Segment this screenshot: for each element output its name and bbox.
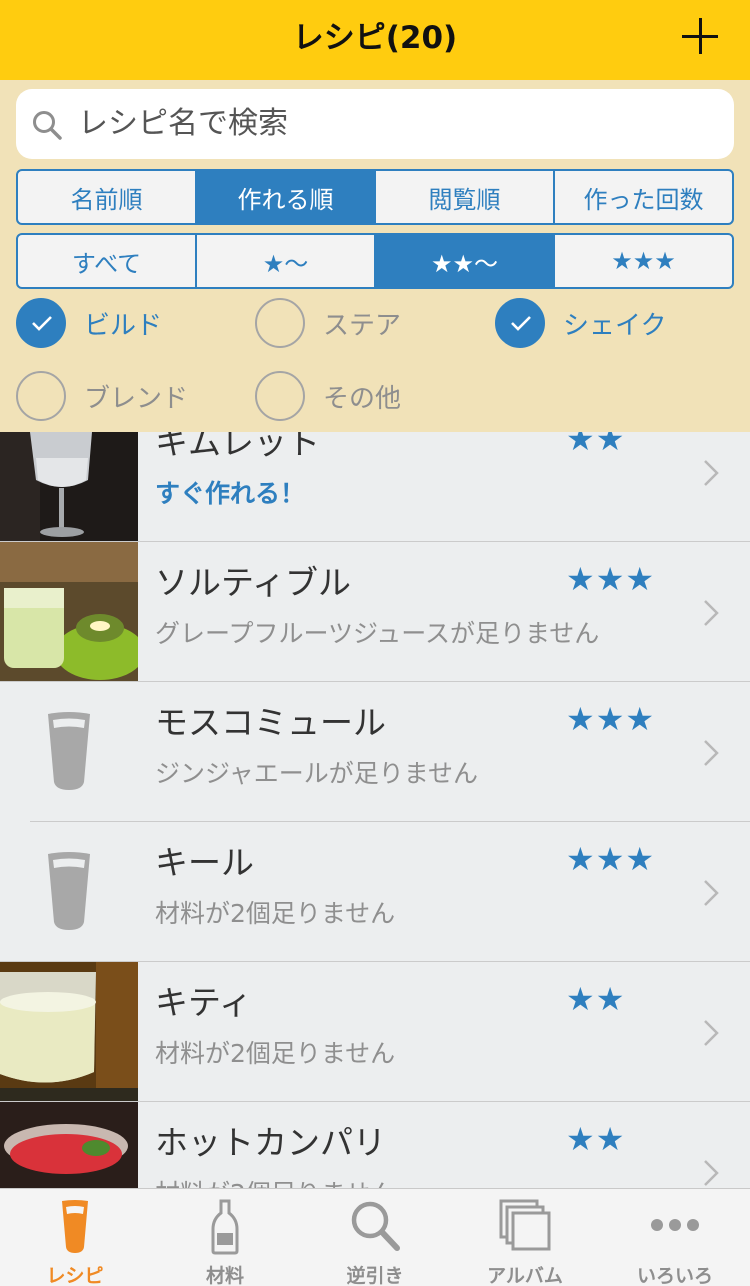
recipe-row[interactable]: キティ ★★ 材料が2個足りません [0,962,750,1102]
sort-by-made-count-tab[interactable]: 作った回数 [555,171,732,223]
sort-by-makeable-tab[interactable]: 作れる順 [197,171,376,223]
sort-segmented-control: 名前順 作れる順 閲覧順 作った回数 [16,169,734,225]
recipe-row[interactable]: ホットカンパリ ★★ 材料が2個足りません [0,1102,750,1188]
chevron-right-icon [704,460,719,486]
search-placeholder: レシピ名で検索 [78,106,288,141]
unchecked-circle-icon [255,298,305,348]
beer-glass-icon [62,1200,88,1253]
checkmark-icon [16,298,66,348]
chevron-right-icon [704,740,719,766]
star-segmented-control: すべて ★〜 ★★〜 ★★★ [16,233,734,289]
tab-recipes[interactable]: レシピ [0,1189,150,1286]
search-icon [33,111,62,140]
chevron-right-icon [704,1160,719,1186]
tab-ingredients-label: 材料 [205,1265,244,1286]
filter-build-label: ビルド [84,310,163,341]
stars-1-tab[interactable]: ★〜 [197,235,376,287]
stars-3-tab[interactable]: ★★★ [555,235,732,287]
chevron-right-icon [704,600,719,626]
recipe-stars: ★★ [566,1120,626,1158]
filter-shake-label: シェイク [563,310,667,341]
more-icon [651,1219,699,1231]
tab-recipes-label: レシピ [46,1265,104,1286]
checkmark-icon [495,298,545,348]
recipe-row[interactable]: キムレット ★★ すぐ作れる！ [0,432,750,542]
filter-stir-checkbox[interactable]: ステア [255,297,401,349]
filter-blend-checkbox[interactable]: ブレンド [16,370,188,422]
tab-album-label: アルバム [487,1265,563,1286]
recipe-photo [0,962,138,1102]
tab-more[interactable]: いろいろ [600,1189,750,1286]
recipe-name: ホットカンパリ [155,1123,386,1162]
recipe-photo [0,1102,138,1188]
tab-album[interactable]: アルバム [450,1189,600,1286]
recipe-stars: ★★★ [566,840,656,878]
recipe-row[interactable]: モスコミュール ★★★ ジンジャエールが足りません [0,682,750,822]
recipe-status: ジンジャエールが足りません [155,759,479,788]
tab-bar: レシピ 材料 逆引き アルバム いろいろ [0,1188,750,1286]
recipe-status: 材料が2個足りません [155,1174,395,1188]
page-title: レシピ(20) [292,20,458,56]
recipe-status: すぐ作れる！ [155,479,306,508]
recipe-name: キムレット [155,432,320,462]
recipe-name: ソルティブル [155,563,352,602]
recipe-name: キール [155,843,254,882]
filter-build-checkbox[interactable]: ビルド [16,297,162,349]
stars-2-tab[interactable]: ★★〜 [376,235,555,287]
filter-other-checkbox[interactable]: その他 [255,370,401,422]
recipe-status: 材料が2個足りません [155,1039,396,1068]
unchecked-circle-icon [16,371,66,421]
chevron-right-icon [704,880,719,906]
glass-placeholder-icon [48,712,90,790]
bottle-icon [211,1199,239,1255]
add-recipe-button[interactable] [682,17,722,57]
tab-ingredients[interactable]: 材料 [150,1189,300,1286]
recipe-stars: ★★★ [566,700,656,738]
tab-reverse-lookup[interactable]: 逆引き [300,1189,450,1286]
filter-other-label: その他 [323,383,402,414]
navigation-bar: レシピ(20) [0,0,750,80]
recipe-stars: ★★★ [566,560,656,598]
unchecked-circle-icon [255,371,305,421]
filter-stir-label: ステア [323,310,402,341]
tab-more-label: いろいろ [636,1265,713,1286]
search-input[interactable]: レシピ名で検索 [16,89,734,159]
recipe-name: モスコミュール [155,703,386,742]
sort-by-name-tab[interactable]: 名前順 [18,171,197,223]
recipe-status: グレープフルーツジュースが足りません [155,619,600,648]
search-icon [351,1201,400,1251]
recipe-list: キムレット ★★ すぐ作れる！ ソルティブル ★★★ グレープフルーツジュースが… [0,432,750,1188]
chevron-right-icon [704,1020,719,1046]
stars-all-tab[interactable]: すべて [18,235,197,287]
album-icon [499,1199,551,1251]
sort-by-viewed-tab[interactable]: 閲覧順 [376,171,555,223]
filter-shake-checkbox[interactable]: シェイク [495,297,666,349]
recipe-photo [0,542,138,682]
recipe-stars: ★★ [566,432,626,458]
recipe-stars: ★★ [566,980,626,1018]
recipe-row[interactable]: キール ★★★ 材料が2個足りません [0,822,750,962]
recipe-status: 材料が2個足りません [155,899,396,928]
tab-reverse-lookup-label: 逆引き [346,1265,404,1286]
recipe-row[interactable]: ソルティブル ★★★ グレープフルーツジュースが足りません [0,542,750,682]
glass-placeholder-icon [48,852,90,930]
recipe-name: キティ [155,983,253,1022]
filter-panel: レシピ名で検索 名前順 作れる順 閲覧順 作った回数 すべて ★〜 ★★〜 ★★… [0,80,750,432]
filter-blend-label: ブレンド [84,383,189,414]
recipe-photo [0,432,138,542]
